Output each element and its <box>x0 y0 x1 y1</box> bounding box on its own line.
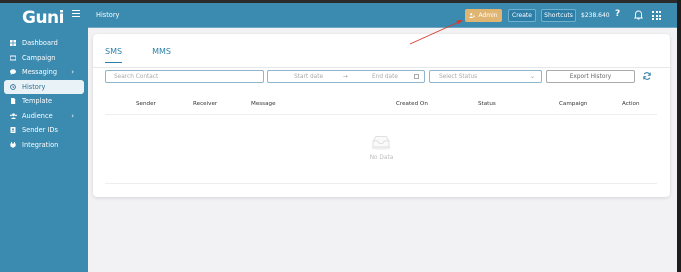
sidebar-item-integration[interactable]: Integration <box>0 138 84 153</box>
admin-button[interactable]: Admin <box>465 9 502 22</box>
table-bottom-divider <box>105 183 657 184</box>
sidebar-item-label: History <box>22 82 46 91</box>
message-type-tabs: SMS MMS <box>105 47 201 63</box>
column-header-status[interactable]: Status <box>478 101 496 107</box>
user-icon <box>469 13 476 18</box>
tab-mms[interactable]: MMS <box>152 47 171 63</box>
campaign-icon <box>9 55 17 61</box>
search-contact-input[interactable]: Search Contact <box>105 70 264 83</box>
sidebar-item-dashboard[interactable]: Dashboard <box>0 36 84 51</box>
table-header-divider <box>105 114 657 115</box>
empty-inbox-icon <box>371 136 391 150</box>
top-header: History Admin Create Shortcuts $238.640 … <box>72 3 681 27</box>
column-header-action[interactable]: Action <box>622 101 640 107</box>
template-icon <box>10 98 16 105</box>
account-balance: $238.640 <box>581 12 610 19</box>
sidebar-item-audience[interactable]: Audience › <box>0 109 84 124</box>
chevron-right-icon: › <box>71 68 74 77</box>
status-placeholder: Select Status <box>439 73 478 80</box>
date-range-picker[interactable]: Start date → End date <box>267 70 425 83</box>
sidebar-item-label: Template <box>22 97 53 106</box>
sidebar-item-label: Audience <box>22 111 53 120</box>
sidebar-item-label: Dashboard <box>22 39 58 48</box>
sidebar-item-sender-ids[interactable]: Sender IDs <box>0 123 84 138</box>
calendar-icon <box>414 74 419 79</box>
status-select[interactable]: Select Status ⌄ <box>429 70 542 83</box>
apps-grid-icon[interactable] <box>652 11 661 20</box>
sidebar-item-template[interactable]: Template <box>0 94 84 109</box>
history-card: SMS MMS Search Contact Start date → End … <box>93 34 670 197</box>
brand-logo[interactable]: Guni <box>22 8 66 30</box>
export-button-label: Export History <box>569 73 612 80</box>
help-icon[interactable]: ? <box>615 9 620 19</box>
column-header-campaign[interactable]: Campaign <box>559 101 587 107</box>
column-header-message[interactable]: Message <box>251 101 276 107</box>
column-header-receiver[interactable]: Receiver <box>193 101 217 107</box>
page-title: History <box>96 11 120 19</box>
refresh-icon[interactable] <box>642 71 652 81</box>
start-date-field[interactable]: Start date <box>294 74 323 80</box>
logo-text: Guni <box>22 8 65 28</box>
tab-sms[interactable]: SMS <box>105 47 123 63</box>
create-button[interactable]: Create <box>508 9 536 22</box>
shortcuts-button-label: Shortcuts <box>544 12 573 19</box>
sender-id-icon <box>10 127 16 134</box>
empty-state-text: No Data <box>369 155 394 161</box>
end-date-field[interactable]: End date <box>372 74 398 80</box>
admin-button-label: Admin <box>478 12 498 19</box>
sidebar-item-label: Messaging <box>22 68 58 77</box>
header-divider <box>88 27 681 28</box>
menu-icon[interactable] <box>72 10 80 17</box>
sidebar-item-label: Sender IDs <box>22 126 58 135</box>
column-header-created-on[interactable]: Created On <box>396 101 428 107</box>
sidebar-nav: Dashboard Campaign Messaging › History T… <box>0 36 88 152</box>
tabs-divider <box>93 67 670 68</box>
audience-icon <box>10 113 17 119</box>
sidebar-item-label: Campaign <box>22 53 56 62</box>
history-icon <box>10 83 16 90</box>
column-header-sender[interactable]: Sender <box>136 101 156 107</box>
arrow-right-icon: → <box>343 73 348 80</box>
sidebar-item-messaging[interactable]: Messaging › <box>0 65 84 80</box>
search-placeholder: Search Contact <box>114 73 159 80</box>
integration-icon <box>10 141 16 148</box>
window-right-edge <box>677 0 681 272</box>
shortcuts-button[interactable]: Shortcuts <box>541 9 576 22</box>
sidebar-item-history[interactable]: History <box>4 79 84 94</box>
sidebar-item-campaign[interactable]: Campaign <box>0 51 84 66</box>
export-history-button[interactable]: Export History <box>546 70 635 83</box>
sidebar-item-label: Integration <box>22 140 59 149</box>
sidebar: Guni Dashboard Campaign Messaging › Hist… <box>0 3 88 272</box>
bell-icon[interactable] <box>634 10 643 20</box>
messaging-icon <box>10 69 16 76</box>
dashboard-icon <box>10 40 16 47</box>
chevron-down-icon: ⌄ <box>529 73 535 80</box>
create-button-label: Create <box>512 12 532 19</box>
chevron-right-icon: › <box>71 111 74 120</box>
